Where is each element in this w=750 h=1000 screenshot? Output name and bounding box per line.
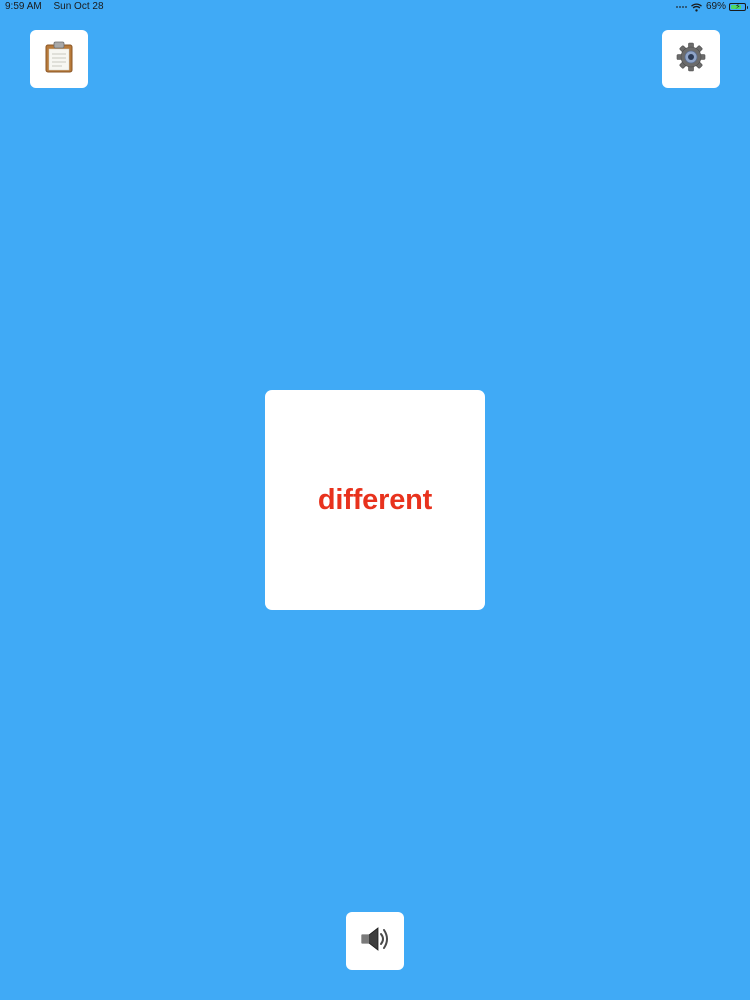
speaker-icon: [359, 923, 391, 960]
word-card[interactable]: different: [265, 390, 485, 610]
status-date: Sun Oct 28: [53, 1, 104, 12]
notes-button[interactable]: [30, 30, 88, 88]
wifi-icon: [691, 2, 702, 12]
status-right: 69% ⚡: [675, 0, 748, 14]
clipboard-icon: [44, 41, 74, 78]
gear-icon: [675, 41, 707, 78]
status-bar: 9:59 AM Sun Oct 28 69% ⚡: [0, 0, 750, 14]
card-word: different: [317, 483, 433, 516]
battery-icon: ⚡: [729, 2, 748, 11]
settings-button[interactable]: [662, 30, 720, 88]
charging-bolt-icon: ⚡: [735, 2, 741, 11]
status-time: 9:59 AM: [5, 1, 42, 12]
battery-percent: 69%: [705, 1, 726, 12]
sound-button[interactable]: [346, 912, 404, 970]
signal-icon: [675, 6, 687, 8]
status-left: 9:59 AM Sun Oct 28: [5, 0, 113, 14]
